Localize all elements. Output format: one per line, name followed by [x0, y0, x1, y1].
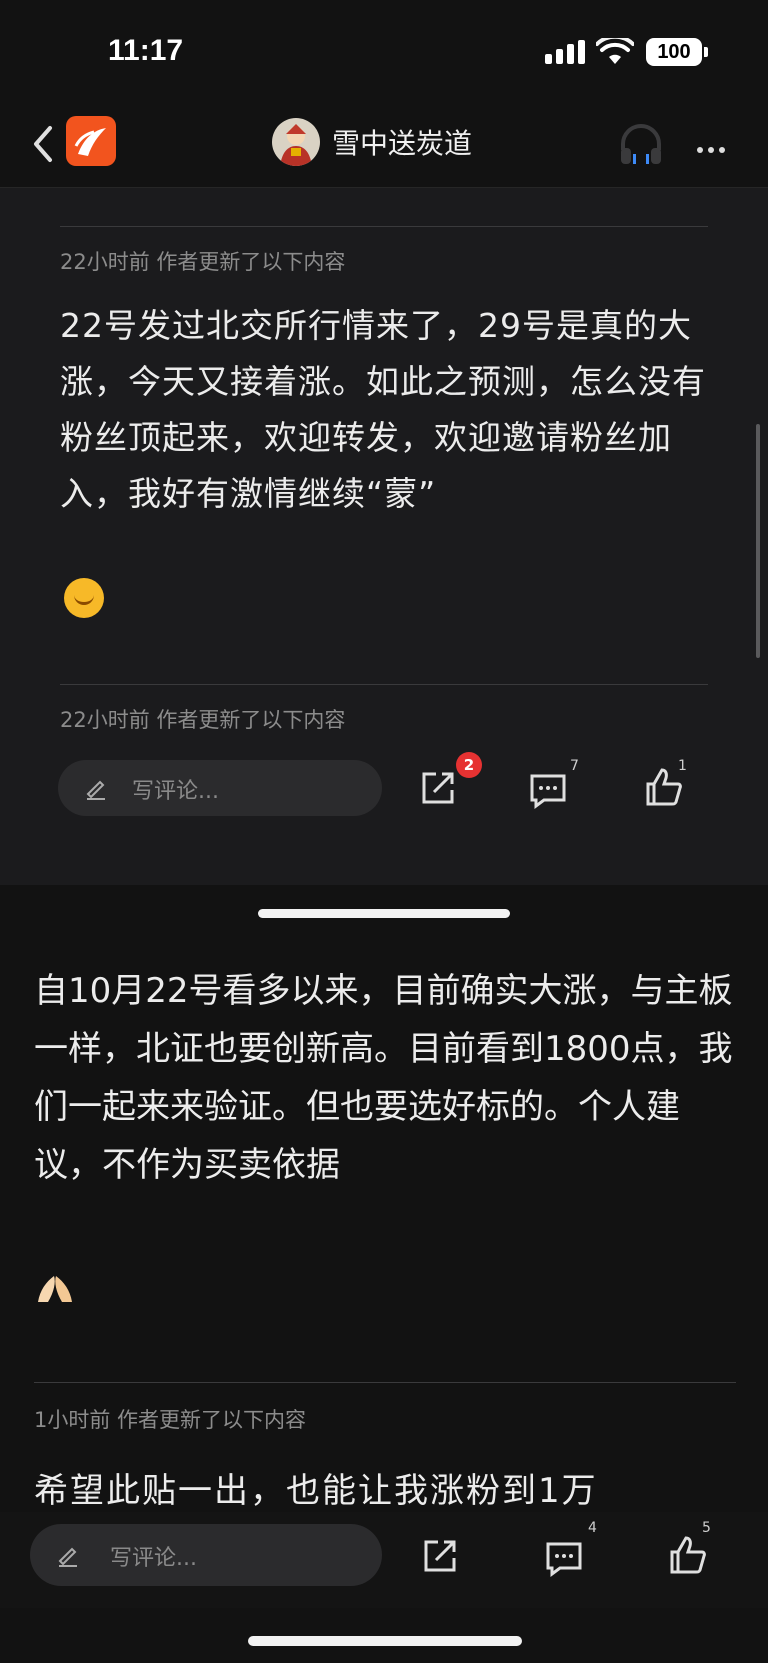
smirk-emoji-icon: [64, 578, 104, 618]
quoted-post-card[interactable]: 22小时前 作者更新了以下内容 22号发过北交所行情来了，29号是真的大涨，今天…: [0, 188, 768, 885]
comment-count: 4: [588, 1520, 597, 1536]
update-text-content: 22号发过北交所行情来了，29号是真的大涨，今天又接着涨。如此之预测，怎么没有粉…: [60, 306, 706, 513]
pen-icon: [58, 1547, 77, 1567]
comment-count: 7: [570, 758, 579, 774]
status-time: 11:17: [108, 34, 184, 67]
author-name[interactable]: 雪中送炭道: [332, 122, 472, 162]
divider: [60, 684, 708, 685]
post-body-text: 自10月22号看多以来，目前确实大涨，与主板一样，北证也要创新高。目前看到180…: [34, 971, 733, 1185]
comment-icon[interactable]: [542, 1536, 586, 1580]
scrollbar[interactable]: [756, 424, 760, 658]
update-meta: 22小时前 作者更新了以下内容: [60, 250, 346, 274]
like-count: 1: [678, 758, 687, 774]
palms-together-emoji-icon: [34, 1270, 76, 1304]
wifi-icon: [596, 38, 634, 64]
like-icon[interactable]: [666, 1534, 710, 1578]
comment-placeholder: 写评论...: [132, 779, 219, 804]
bottom-action-bar: 写评论... 4 5: [0, 1512, 768, 1608]
more-options-icon[interactable]: [697, 138, 730, 157]
card-action-bar: 写评论... 2 7 1: [0, 752, 768, 840]
quoted-post-content: 22小时前 作者更新了以下内容 22号发过北交所行情来了，29号是真的大涨，今天…: [0, 188, 768, 761]
headphone-icon[interactable]: [617, 120, 665, 168]
app-logo-icon[interactable]: [66, 116, 116, 166]
update-text: 希望此贴一出，也能让我涨粉到1万: [34, 1471, 598, 1511]
post-body: 自10月22号看多以来，目前确实大涨，与主板一样，北证也要创新高。目前看到180…: [34, 962, 744, 1194]
author-avatar[interactable]: [272, 118, 320, 166]
share-icon[interactable]: [418, 1534, 462, 1578]
nav-bar: 雪中送炭道: [0, 100, 768, 188]
like-count: 5: [702, 1520, 711, 1536]
comment-icon[interactable]: [526, 768, 570, 812]
update-meta: 1小时前 作者更新了以下内容: [34, 1408, 307, 1432]
divider: [34, 1382, 736, 1383]
back-arrow-icon[interactable]: [28, 122, 58, 166]
home-indicator[interactable]: [248, 1636, 522, 1646]
status-bar: 11:17 100: [0, 0, 768, 100]
share-icon[interactable]: [416, 766, 460, 810]
card-drag-handle[interactable]: [258, 909, 510, 918]
battery-tip: [704, 47, 708, 57]
comment-input[interactable]: 写评论...: [58, 760, 382, 816]
divider: [60, 226, 708, 227]
share-badge: 2: [456, 752, 482, 778]
battery-indicator: 100: [646, 38, 702, 66]
pen-icon: [86, 780, 105, 800]
comment-placeholder: 写评论...: [110, 1546, 197, 1571]
update-text: 22号发过北交所行情来了，29号是真的大涨，今天又接着涨。如此之预测，怎么没有粉…: [60, 298, 722, 522]
update-meta: 22小时前 作者更新了以下内容: [60, 708, 346, 732]
comment-input[interactable]: 写评论...: [30, 1524, 382, 1586]
